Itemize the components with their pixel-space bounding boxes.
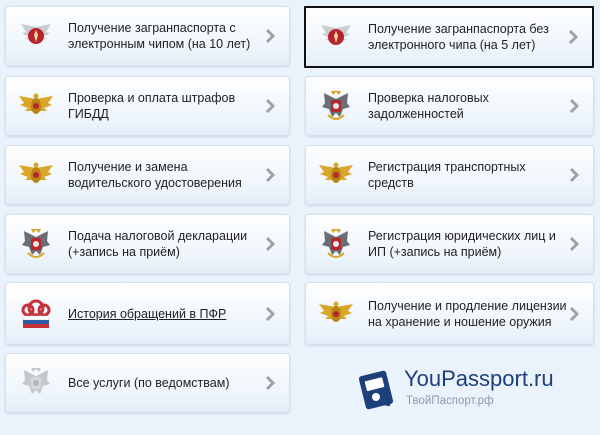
service-label: Получение загранпаспорта с электронным ч… — [68, 21, 251, 51]
service-tile-passport-chip[interactable]: Получение загранпаспорта с электронным ч… — [5, 6, 290, 66]
service-tile-pfr-history[interactable]: История обращений в ПФР — [5, 282, 290, 345]
service-tile-all-services[interactable]: Все услуги (по ведомствам) — [5, 353, 290, 413]
service-label: Проверка и оплата штрафов ГИБДД — [68, 91, 236, 121]
brand-logo[interactable]: YouPassport.ru ТвойПаспорт.рф — [356, 363, 596, 423]
chevron-right-icon — [569, 236, 579, 252]
chevron-right-icon — [569, 167, 579, 183]
chevron-right-icon — [265, 28, 275, 44]
service-tile-gibdd-fines[interactable]: Проверка и оплата штрафов ГИБДД — [5, 76, 290, 136]
gray-eagle-icon — [18, 365, 54, 401]
passport-logo-icon — [358, 370, 394, 410]
service-tile-tax-debts[interactable]: Проверка налоговых задолженностей — [305, 76, 594, 136]
service-tile-driver-license[interactable]: Получение и замена водительского удостов… — [5, 145, 290, 205]
gibdd-eagle-icon — [18, 88, 54, 124]
fns-eagle-icon — [18, 226, 54, 262]
service-label-link[interactable]: История обращений в ПФР — [68, 306, 289, 322]
mvd-emblem-icon — [18, 18, 54, 54]
pfr-logo-icon — [18, 296, 54, 332]
mvd-eagle-icon — [318, 296, 354, 332]
service-tile-legal-entity-registration[interactable]: Регистрация юридических лиц и ИП (+запис… — [305, 214, 594, 274]
fns-eagle-icon — [318, 88, 354, 124]
chevron-right-icon — [265, 98, 275, 114]
service-label: Все услуги (по ведомствам) — [68, 376, 230, 390]
chevron-right-icon — [569, 98, 579, 114]
gibdd-eagle-icon — [18, 157, 54, 193]
brand-title: YouPassport.ru — [404, 366, 554, 391]
brand-subtitle: ТвойПаспорт.рф — [406, 395, 494, 407]
service-label: Подача налоговой декларации (+запись на … — [68, 229, 248, 259]
chevron-right-icon — [265, 236, 275, 252]
chevron-right-icon — [569, 306, 579, 321]
chevron-right-icon — [265, 375, 275, 391]
service-tile-weapon-license[interactable]: Получение и продление лицензии на хранен… — [305, 282, 594, 345]
service-label: Получение и продление лицензии на хранен… — [368, 298, 567, 329]
service-tile-tax-declaration[interactable]: Подача налоговой декларации (+запись на … — [5, 214, 290, 274]
service-label: Проверка налоговых задолженностей — [368, 91, 489, 121]
service-label: Регистрация транспортных средств — [368, 160, 526, 190]
service-tile-passport-no-chip[interactable]: Получение загранпаспорта без электронног… — [304, 6, 594, 68]
service-tile-vehicle-registration[interactable]: Регистрация транспортных средств — [305, 145, 594, 205]
chevron-right-icon — [568, 29, 578, 45]
service-label: Получение загранпаспорта без электронног… — [368, 22, 549, 52]
mvd-emblem-icon — [318, 19, 354, 55]
gibdd-eagle-icon — [318, 157, 354, 193]
service-label: Регистрация юридических лиц и ИП (+запис… — [368, 229, 556, 259]
fns-eagle-icon — [318, 226, 354, 262]
service-label: Получение и замена водительского удостов… — [68, 160, 242, 190]
chevron-right-icon — [265, 306, 275, 321]
chevron-right-icon — [265, 167, 275, 183]
